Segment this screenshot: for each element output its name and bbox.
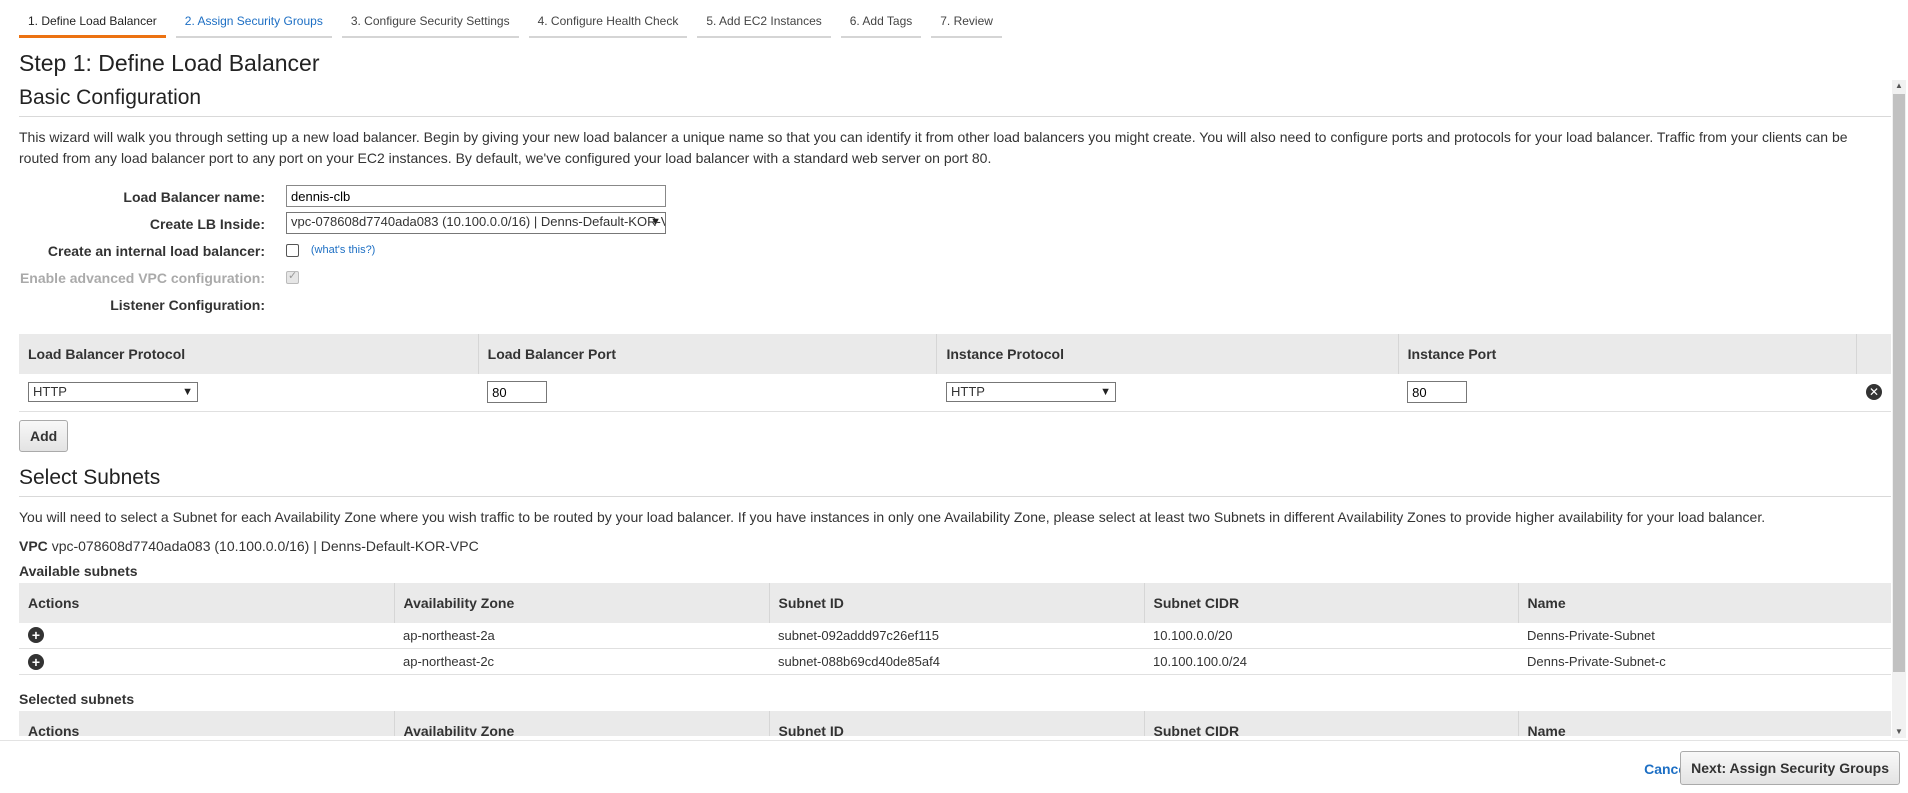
chevron-down-icon: ▼ [182,386,193,399]
vertical-scrollbar[interactable]: ▲ ▼ [1892,80,1906,738]
whats-this-link[interactable]: (what's this?) [311,244,375,256]
page-title: Step 1: Define Load Balancer [19,50,320,76]
instance-protocol-value: HTTP [950,384,985,400]
tab-configure-security-settings[interactable]: 3. Configure Security Settings [341,12,519,38]
col-name: Name [1518,582,1891,623]
tab-define-load-balancer[interactable]: 1. Define Load Balancer [19,12,166,38]
basic-configuration-form: Load Balancer name: Create LB Inside: vp… [19,185,1891,320]
tab-review[interactable]: 7. Review [931,12,1002,38]
subnet-az: ap-northeast-2c [394,648,769,675]
available-subnets-label: Available subnets [19,562,138,579]
vpc-value: vpc-078608d7740ada083 (10.100.0.0/16) | … [51,537,479,554]
tab-add-ec2-instances[interactable]: 5. Add EC2 Instances [697,12,831,38]
col-name: Name [1518,711,1891,736]
vpc-select[interactable]: vpc-078608d7740ada083 (10.100.0.0/16) | … [286,212,666,234]
internal-lb-checkbox[interactable] [286,243,299,257]
select-subnets-description: You will need to select a Subnet for eac… [19,508,1766,525]
col-actions: Actions [19,582,395,623]
internal-lb-label: Create an internal load balancer: [47,243,265,259]
add-circle-icon[interactable]: + [28,653,44,670]
wizard-content[interactable]: Basic Configuration This wizard will wal… [0,84,1908,736]
vpc-select-value: vpc-078608d7740ada083 (10.100.0.0/16) | … [291,214,666,229]
tab-add-tags[interactable]: 6. Add Tags [840,12,922,38]
subnet-az: ap-northeast-2a [394,622,769,649]
lb-name-label: Load Balancer name: [123,189,265,205]
col-subnet-cidr: Subnet CIDR [1144,711,1519,736]
col-remove [1856,334,1891,374]
chevron-down-icon: ▼ [650,216,661,228]
basic-configuration-description: This wizard will walk you through settin… [19,129,1848,166]
advanced-vpc-checkbox [286,269,299,284]
add-listener-button[interactable]: Add [19,419,69,452]
col-subnet-id: Subnet ID [769,711,1145,736]
table-row: + ap-northeast-2a subnet-092addd97c26ef1… [19,622,1891,649]
listener-table: Load Balancer Protocol Load Balancer Por… [19,334,1891,412]
lb-name-input[interactable] [286,185,666,207]
lb-port-input[interactable] [487,381,548,404]
col-instance-protocol: Instance Protocol [936,334,1399,374]
chevron-down-icon: ▼ [1100,386,1111,399]
selected-subnets-table: Actions Availability Zone Subnet ID Subn… [19,711,1891,736]
selected-subnets-label: Selected subnets [19,691,135,707]
listener-config-label: Listener Configuration: [110,297,265,313]
available-subnets-table: Actions Availability Zone Subnet ID Subn… [19,582,1891,675]
lb-protocol-value: HTTP [33,384,67,400]
lb-protocol-select[interactable]: HTTP ▼ [28,382,198,403]
tab-configure-health-check[interactable]: 4. Configure Health Check [528,12,688,38]
scroll-up-icon[interactable]: ▲ [1892,80,1906,92]
vpc-info: VPC vpc-078608d7740ada083 (10.100.0.0/16… [19,538,1891,554]
lb-inside-label: Create LB Inside: [149,216,265,232]
subnet-cidr: 10.100.100.0/24 [1144,648,1518,675]
select-subnets-title: Select Subnets [19,464,1891,497]
next-assign-security-groups-button[interactable]: Next: Assign Security Groups [1680,751,1900,785]
col-lb-port: Load Balancer Port [478,334,938,374]
subnet-id: subnet-088b69cd40de85af4 [769,648,1144,675]
col-availability-zone: Availability Zone [394,711,770,736]
col-subnet-cidr: Subnet CIDR [1144,582,1519,623]
advanced-vpc-label: Enable advanced VPC configuration: [19,270,265,286]
col-subnet-id: Subnet ID [769,582,1145,623]
instance-port-input[interactable] [1407,381,1468,404]
wizard-footer: Cancel Next: Assign Security Groups [0,740,1908,793]
scroll-down-icon[interactable]: ▼ [1892,726,1906,738]
scrollbar-thumb[interactable] [1893,94,1905,672]
vpc-label: VPC [19,537,48,554]
add-circle-icon[interactable]: + [28,627,44,644]
col-instance-port: Instance Port [1398,334,1858,374]
listener-row: HTTP ▼ HTTP ▼ ✕ [19,374,1891,412]
subnet-name: Denns-Private-Subnet [1518,622,1891,649]
col-actions: Actions [19,711,395,736]
subnet-cidr: 10.100.0.0/20 [1144,622,1518,649]
table-row: + ap-northeast-2c subnet-088b69cd40de85a… [19,648,1891,675]
subnet-id: subnet-092addd97c26ef115 [769,622,1144,649]
subnet-name: Denns-Private-Subnet-c [1518,648,1891,675]
col-availability-zone: Availability Zone [394,582,770,623]
instance-protocol-select[interactable]: HTTP ▼ [945,382,1116,403]
remove-circle-icon[interactable]: ✕ [1865,384,1882,401]
col-lb-protocol: Load Balancer Protocol [19,334,479,374]
tab-assign-security-groups[interactable]: 2. Assign Security Groups [175,12,332,38]
basic-configuration-title: Basic Configuration [19,84,1891,117]
wizard-steps: 1. Define Load Balancer 2. Assign Securi… [19,12,1002,40]
